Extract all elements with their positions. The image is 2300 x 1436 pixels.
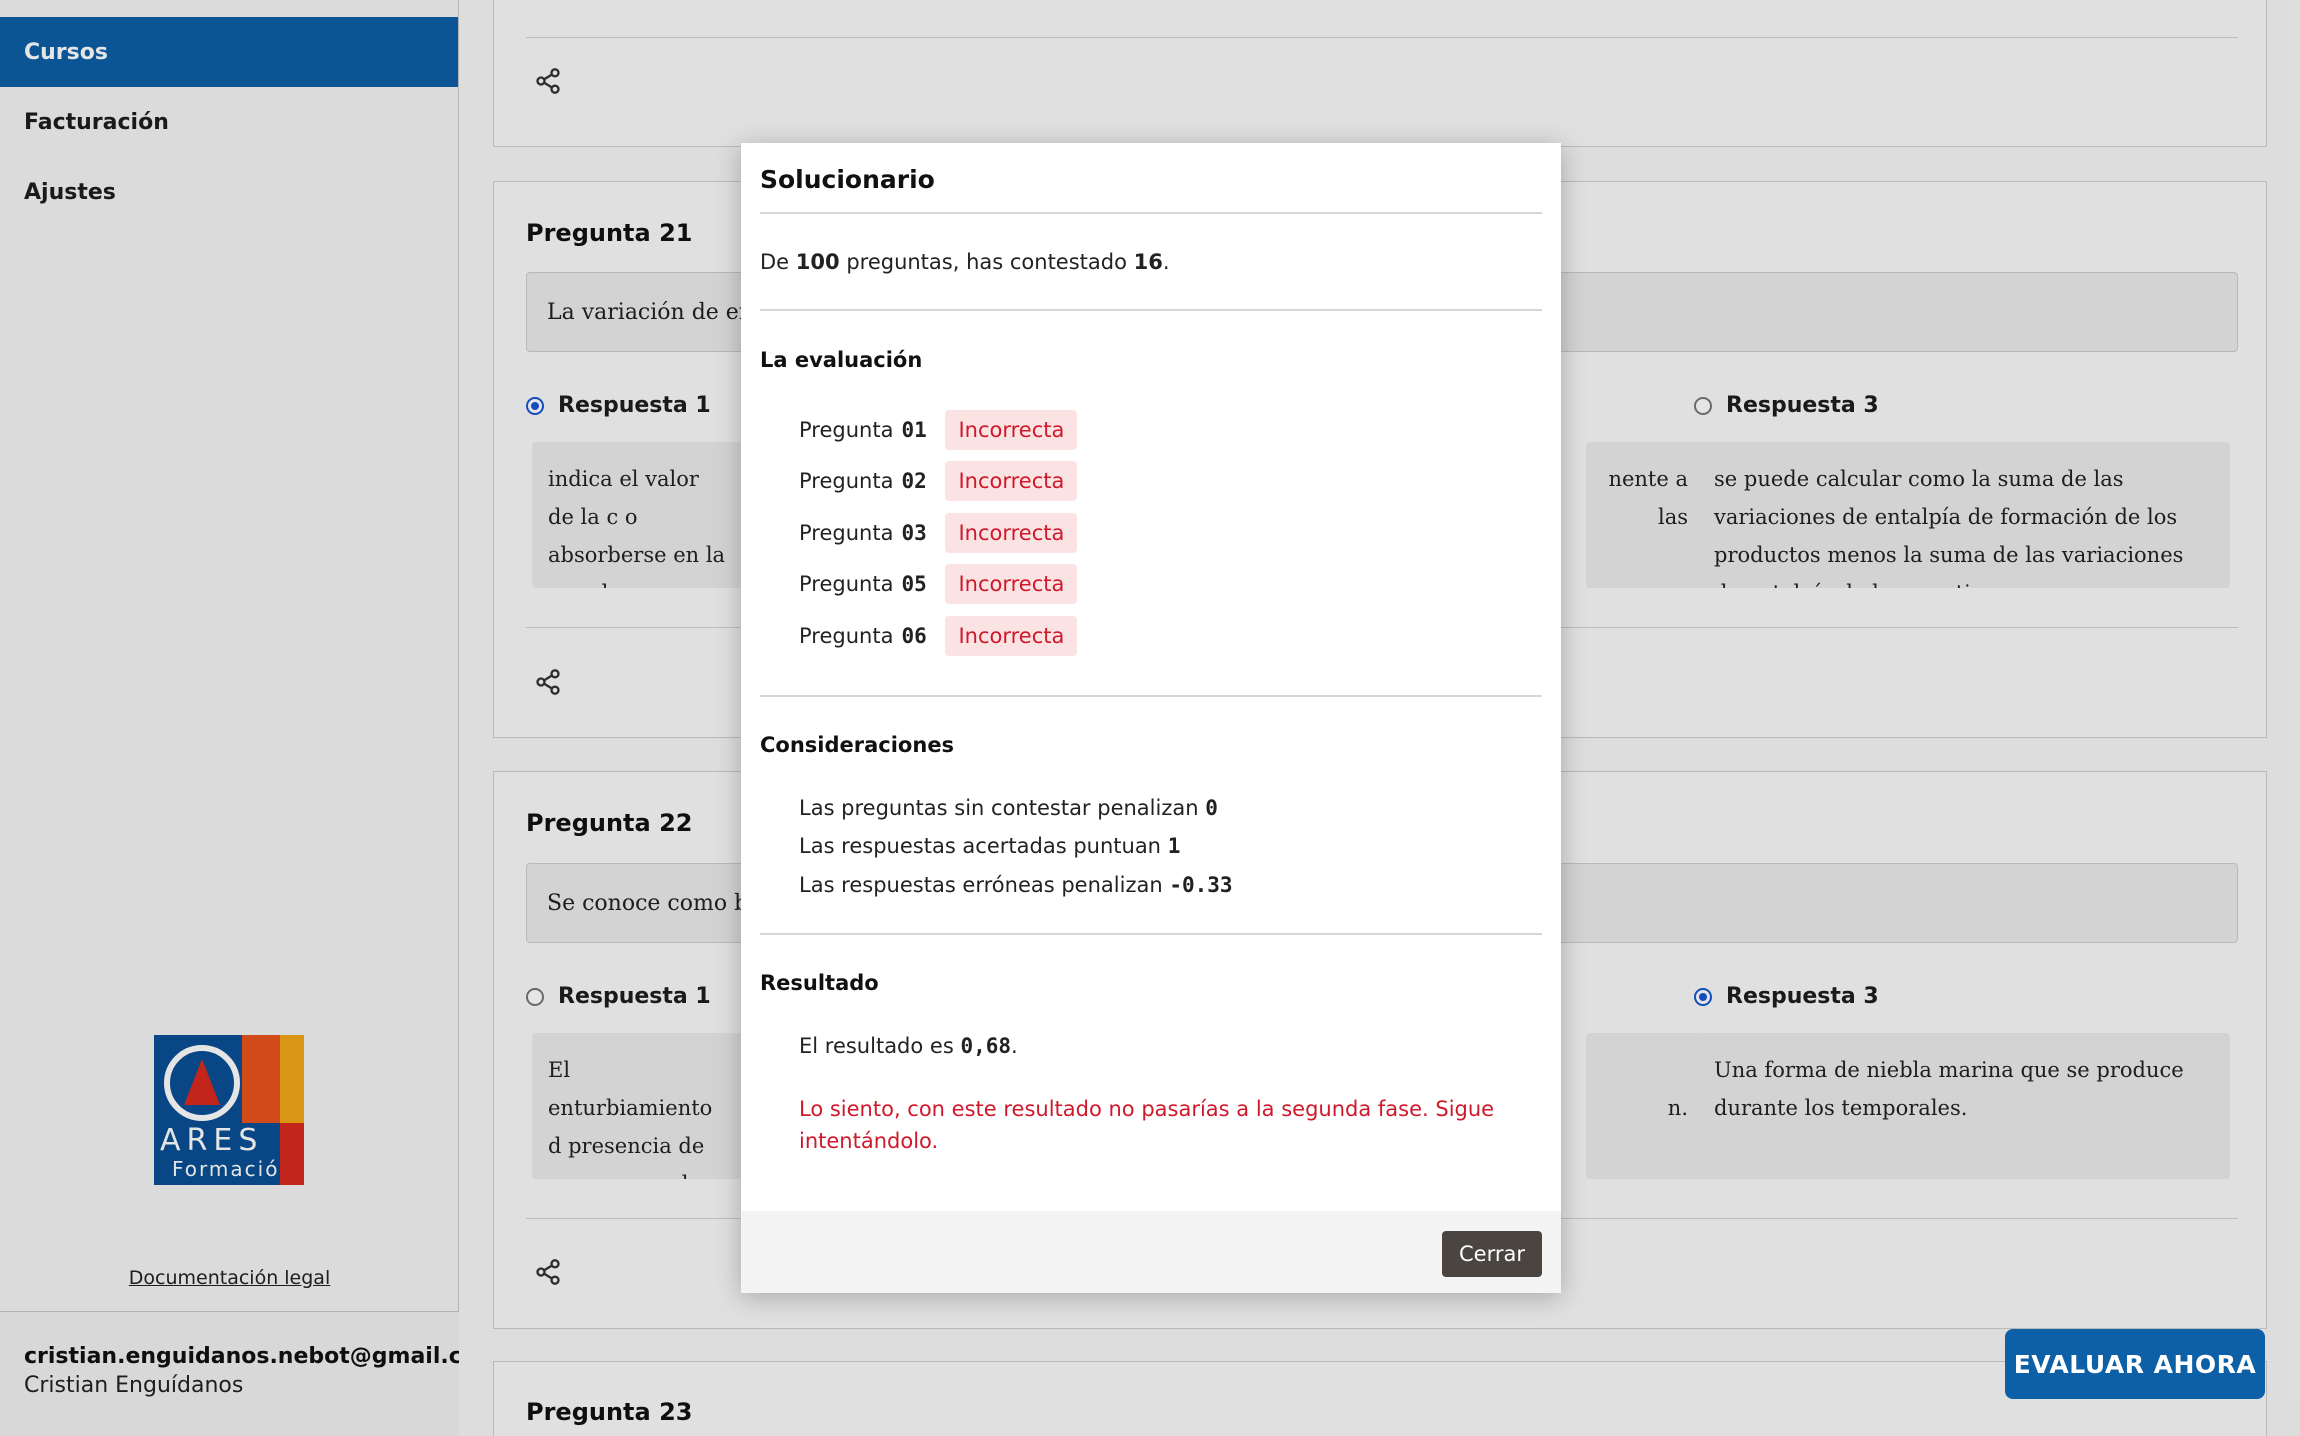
evaluation-row: Pregunta 03 Incorrecta <box>799 511 1078 555</box>
summary-answered: 16 <box>1133 250 1163 274</box>
result-value: 0,68 <box>960 1034 1012 1058</box>
answered-summary: De 100 preguntas, has contestado 16. <box>760 250 1170 274</box>
status-badge: Incorrecta <box>945 564 1078 604</box>
status-badge: Incorrecta <box>945 616 1078 656</box>
consideration-text: Las respuestas erróneas penalizan <box>799 873 1163 897</box>
modal-divider <box>760 309 1542 311</box>
modal-divider <box>760 212 1542 214</box>
consideration-value: 1 <box>1167 834 1181 858</box>
eval-label: Pregunta <box>799 418 894 442</box>
summary-prefix: De <box>760 250 790 274</box>
consideration-item: Las preguntas sin contestar penalizan 0 <box>799 796 1218 820</box>
status-badge: Incorrecta <box>945 461 1078 501</box>
evaluate-now-button[interactable]: EVALUAR AHORA <box>2005 1329 2265 1399</box>
evaluation-row: Pregunta 06 Incorrecta <box>799 614 1078 658</box>
consideration-item: Las respuestas erróneas penalizan -0.33 <box>799 873 1233 897</box>
evaluation-row: Pregunta 02 Incorrecta <box>799 459 1078 503</box>
evaluation-row: Pregunta 01 Incorrecta <box>799 408 1078 452</box>
summary-total: 100 <box>795 250 840 274</box>
result-line: El resultado es 0,68. <box>799 1034 1018 1058</box>
consideration-value: 0 <box>1205 796 1218 820</box>
status-badge: Incorrecta <box>945 513 1078 553</box>
evaluation-heading: La evaluación <box>760 348 923 372</box>
modal-footer: Cerrar <box>741 1211 1561 1293</box>
modal-title: Solucionario <box>760 165 935 194</box>
summary-middle: preguntas, has contestado <box>846 250 1127 274</box>
eval-label: Pregunta <box>799 624 894 648</box>
consideration-value: -0.33 <box>1169 873 1233 897</box>
eval-number: 03 <box>901 521 927 545</box>
eval-label: Pregunta <box>799 469 894 493</box>
evaluation-row: Pregunta 05 Incorrecta <box>799 562 1078 606</box>
eval-number: 05 <box>901 572 927 596</box>
eval-label: Pregunta <box>799 572 894 596</box>
consideration-item: Las respuestas acertadas puntuan 1 <box>799 834 1180 858</box>
consideration-text: Las respuestas acertadas puntuan <box>799 834 1161 858</box>
status-badge: Incorrecta <box>945 410 1078 450</box>
eval-number: 06 <box>901 624 927 648</box>
solucionario-modal: Solucionario De 100 preguntas, has conte… <box>741 143 1561 1293</box>
eval-number: 02 <box>901 469 927 493</box>
result-suffix: . <box>1011 1034 1018 1058</box>
close-button[interactable]: Cerrar <box>1442 1231 1542 1277</box>
modal-divider <box>760 933 1542 935</box>
modal-divider <box>760 695 1542 697</box>
considerations-heading: Consideraciones <box>760 733 955 757</box>
result-warning: Lo siento, con este resultado no pasaría… <box>799 1097 1495 1153</box>
result-prefix: El resultado es <box>799 1034 954 1058</box>
result-heading: Resultado <box>760 971 879 995</box>
summary-suffix: . <box>1162 250 1170 274</box>
consideration-text: Las preguntas sin contestar penalizan <box>799 796 1199 820</box>
eval-label: Pregunta <box>799 521 894 545</box>
eval-number: 01 <box>901 418 927 442</box>
